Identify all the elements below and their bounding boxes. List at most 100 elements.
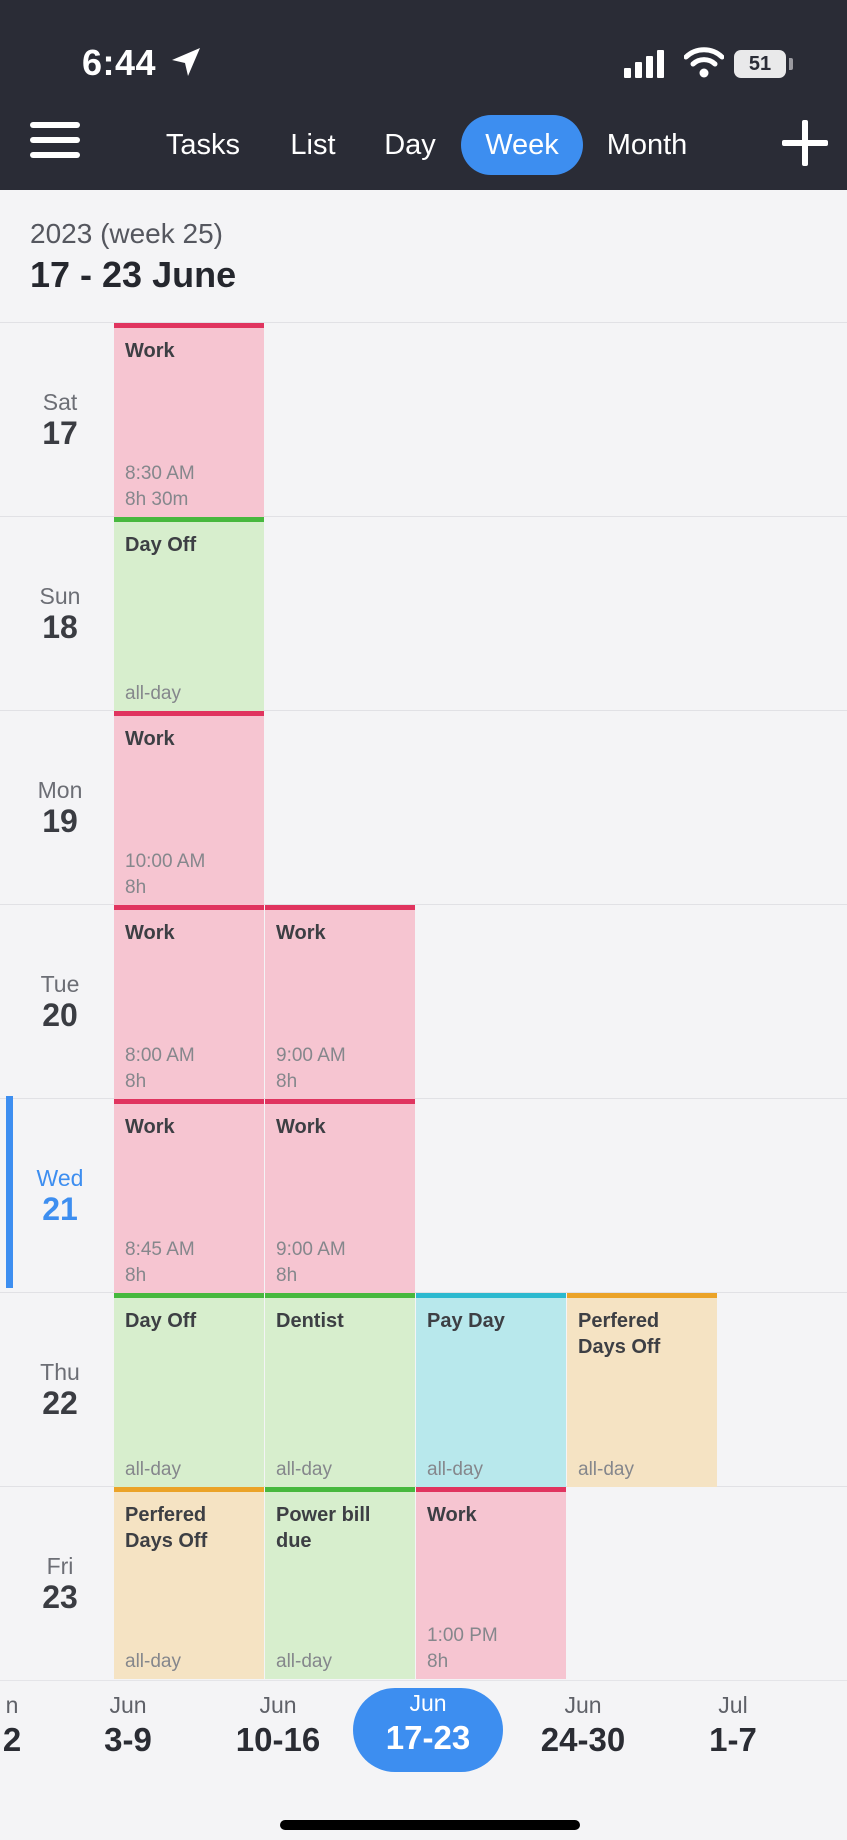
day-name: Fri: [46, 1553, 74, 1579]
event-title: Pay Day: [427, 1310, 505, 1332]
home-indicator[interactable]: [280, 1820, 580, 1830]
event-start-time: 9:00 AM: [276, 1045, 346, 1066]
day-name: Sat: [42, 389, 78, 415]
event-title: Work: [125, 340, 175, 362]
day-number: 23: [42, 1579, 78, 1615]
event-card[interactable]: Work 9:00 AM 8h: [265, 905, 415, 1099]
event-title: Power bill due: [276, 1504, 371, 1552]
tab-day[interactable]: Day: [378, 115, 442, 175]
event-card[interactable]: Work 10:00 AM 8h: [114, 711, 264, 905]
top-bar: 6:44 51 Tasks List Day Week Month: [0, 0, 847, 190]
event-card[interactable]: Power bill due all-day: [265, 1487, 415, 1679]
event-card[interactable]: Perfered Days Off all-day: [114, 1487, 264, 1679]
event-start-time: all-day: [125, 1459, 181, 1480]
event-time: all-day: [125, 1649, 181, 1675]
cellular-signal-icon: [624, 50, 664, 78]
event-card[interactable]: Day Off all-day: [114, 517, 264, 711]
week-range: 24-30: [540, 1721, 626, 1758]
event-title: Work: [276, 1116, 326, 1138]
event-title: Day Off: [125, 1310, 197, 1332]
hamburger-menu-icon[interactable]: [30, 120, 80, 160]
battery-level: 51: [748, 52, 772, 75]
week-month: Jul: [718, 1692, 748, 1718]
status-time: 6:44: [82, 42, 157, 83]
event-start-time: all-day: [125, 1651, 181, 1672]
event-start-time: all-day: [276, 1459, 332, 1480]
event-duration: 8h: [427, 1651, 449, 1672]
week-option-jun-3-9[interactable]: Jun 3-9: [58, 1690, 198, 1760]
event-duration: 8h: [125, 1071, 147, 1092]
week-title: 17 - 23 June: [30, 254, 237, 295]
day-name: Mon: [37, 777, 83, 803]
tab-week[interactable]: Week: [461, 115, 583, 175]
tab-tasks[interactable]: Tasks: [158, 115, 248, 175]
event-time: all-day: [125, 1457, 181, 1483]
tab-month[interactable]: Month: [594, 115, 700, 175]
event-duration: 8h: [276, 1265, 298, 1286]
day-label: Mon 19: [0, 711, 120, 905]
event-card[interactable]: Work 8:00 AM 8h: [114, 905, 264, 1099]
event-title: Work: [276, 922, 326, 944]
event-duration: 8h 30m: [125, 489, 189, 510]
event-card[interactable]: Work 8:45 AM 8h: [114, 1099, 264, 1293]
event-title: Perfered Days Off: [578, 1310, 661, 1358]
week-month: Jun: [409, 1690, 447, 1716]
event-title: Work: [125, 1116, 175, 1138]
event-card[interactable]: Perfered Days Off all-day: [567, 1293, 717, 1487]
event-time: all-day: [427, 1457, 483, 1483]
event-start-time: all-day: [427, 1459, 483, 1480]
week-range: 17-23: [385, 1719, 471, 1756]
day-number: 22: [42, 1385, 78, 1421]
event-card[interactable]: Work 8:30 AM 8h 30m: [114, 323, 264, 517]
calendar-screen: 6:44 51 Tasks List Day Week Month 2023 (…: [0, 0, 847, 1840]
week-option-jun-24-30[interactable]: Jun 24-30: [513, 1690, 653, 1760]
week-range: 10-16: [235, 1721, 321, 1758]
week-option-jun-10-16[interactable]: Jun 10-16: [208, 1690, 348, 1760]
event-time: all-day: [578, 1457, 634, 1483]
week-option-jul-1-7[interactable]: Jul 1-7: [663, 1690, 803, 1760]
event-title: Day Off: [125, 534, 197, 556]
day-number: 18: [42, 609, 78, 645]
event-start-time: 1:00 PM: [427, 1625, 498, 1646]
day-label: Sat 17: [0, 323, 120, 517]
event-time: 8:45 AM 8h: [125, 1237, 195, 1289]
event-start-time: all-day: [578, 1459, 634, 1480]
event-time: 9:00 AM 8h: [276, 1237, 346, 1289]
event-card[interactable]: Day Off all-day: [114, 1293, 264, 1487]
week-month: Jun: [259, 1692, 297, 1718]
wifi-icon: [684, 47, 724, 78]
event-time: 1:00 PM 8h: [427, 1623, 498, 1675]
event-title: Perfered Days Off: [125, 1504, 208, 1552]
day-name: Sun: [39, 583, 81, 609]
event-title: Dentist: [276, 1310, 344, 1332]
event-title: Work: [125, 922, 175, 944]
event-card[interactable]: Work 9:00 AM 8h: [265, 1099, 415, 1293]
event-start-time: 10:00 AM: [125, 851, 206, 872]
today-indicator: [6, 1096, 13, 1288]
week-month: Jun: [564, 1692, 602, 1718]
battery-cap: [789, 58, 793, 70]
event-card[interactable]: Pay Day all-day: [416, 1293, 566, 1487]
week-month: Jun: [109, 1692, 147, 1718]
event-title: Work: [125, 728, 175, 750]
event-start-time: all-day: [276, 1651, 332, 1672]
event-title: Work: [427, 1504, 477, 1526]
event-duration: 8h: [125, 877, 147, 898]
event-duration: 8h: [276, 1071, 298, 1092]
week-option-jun-17-23[interactable]: Jun 17-23: [353, 1688, 503, 1772]
location-arrow-icon: [172, 48, 200, 76]
event-start-time: all-day: [125, 683, 181, 704]
event-time: 8:00 AM 8h: [125, 1043, 195, 1095]
day-label: Fri 23: [0, 1487, 120, 1681]
event-card[interactable]: Work 1:00 PM 8h: [416, 1487, 566, 1679]
event-time: all-day: [276, 1649, 332, 1675]
day-name: Thu: [40, 1359, 80, 1385]
week-subtitle: 2023 (week 25): [30, 218, 224, 249]
day-label-today: Wed 21: [0, 1099, 120, 1293]
event-start-time: 8:30 AM: [125, 463, 195, 484]
event-card[interactable]: Dentist all-day: [265, 1293, 415, 1487]
event-start-time: 8:45 AM: [125, 1239, 195, 1260]
tab-list[interactable]: List: [280, 115, 346, 175]
day-number: 21: [42, 1191, 78, 1227]
add-icon[interactable]: [782, 120, 828, 166]
